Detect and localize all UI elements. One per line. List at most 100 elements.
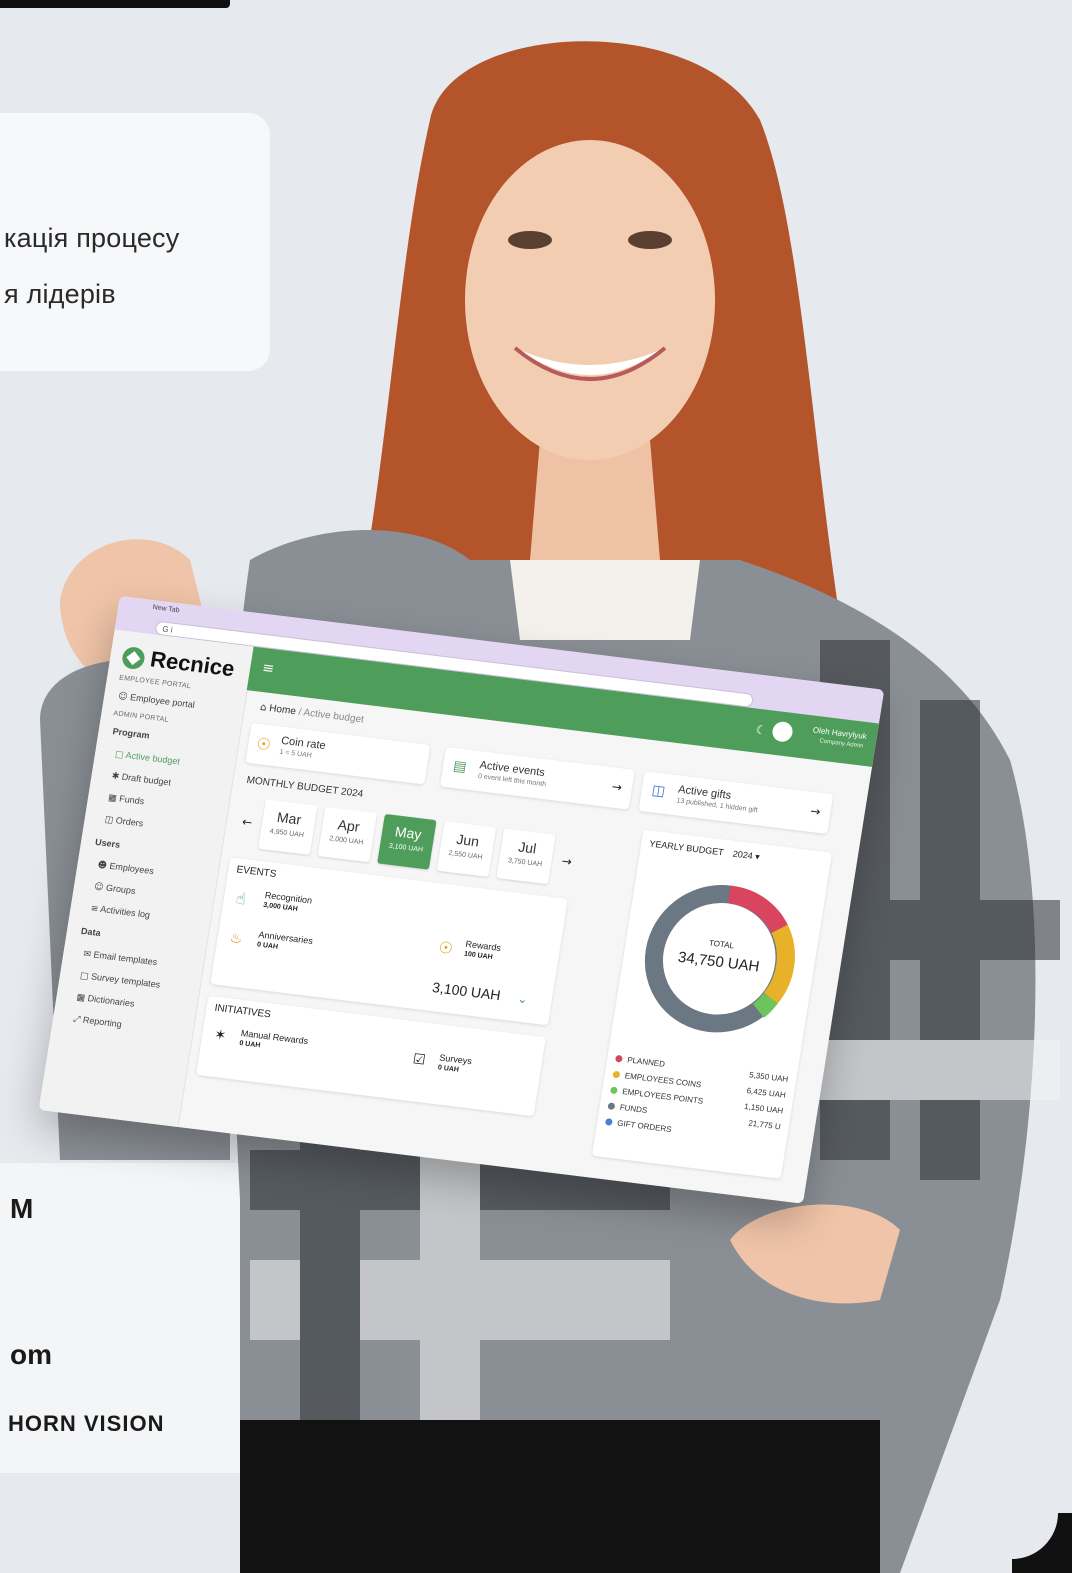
sidebar-item-label: Employees: [108, 860, 155, 877]
sidebar-item-label: Groups: [105, 882, 137, 897]
legend-value-funds: 21,775 U: [747, 1118, 782, 1132]
top-frame-edge: [0, 0, 230, 8]
sidebar-item-orders[interactable]: ◫ Orders: [104, 814, 144, 830]
prev-month-icon[interactable]: ←: [241, 815, 253, 830]
table-icon: ▦: [75, 992, 86, 1004]
legend-label: FUNDS: [619, 1102, 648, 1116]
sidebar-item-label: Draft budget: [121, 771, 172, 788]
month-card-mar[interactable]: Mar 4,950 UAH: [258, 799, 318, 856]
initiatives-title: INITIATIVES: [213, 1002, 272, 1021]
menu-icon[interactable]: ≡: [261, 660, 275, 677]
sidebar-item-label: Orders: [115, 815, 144, 829]
legend-value-planned: 5,350 UAH: [748, 1070, 789, 1084]
contact-line-3: HORN VISION: [8, 1411, 165, 1436]
events-title: EVENTS: [235, 864, 278, 881]
logo-text: Recnice: [148, 646, 237, 682]
active-events-card[interactable]: ▤ Active events 0 event left this month …: [439, 746, 635, 810]
legend-label: EMPLOYEES COINS: [624, 1071, 702, 1090]
month-name: Apr: [336, 816, 361, 835]
sidebar-item-active-budget[interactable]: □ Active budget: [114, 749, 180, 768]
sidebar-group-program[interactable]: Program: [112, 726, 150, 740]
month-card-apr[interactable]: Apr 2,000 UAH: [317, 806, 378, 863]
sidebar-item-email-templates[interactable]: ✉ Email templates: [83, 948, 158, 968]
legend-dot-icon: [604, 1118, 613, 1127]
month-name: Mar: [275, 808, 303, 828]
bank-icon: ▦: [107, 793, 118, 805]
month-value: 2,550 UAH: [447, 849, 483, 862]
main-content: ⌂ Home / Active budget ☉ Coin rate 1 = 5…: [187, 691, 862, 1202]
draft-icon: ✱: [110, 771, 120, 783]
sidebar-item-label: Activities log: [99, 903, 151, 920]
sidebar-item-label: Active budget: [124, 749, 181, 767]
chart-icon: ⤢: [72, 1014, 82, 1026]
chevron-down-icon: ▾: [754, 852, 761, 863]
sidebar-item-survey-templates[interactable]: □ Survey templates: [79, 970, 161, 991]
contact-line-1: M: [10, 1193, 34, 1224]
monthly-budget-title: MONTHLY BUDGET 2024: [245, 774, 364, 801]
legend-label: PLANNED: [626, 1055, 666, 1069]
events-total: 3,100 UAH: [431, 979, 502, 1004]
sidebar-item-groups[interactable]: ☺ Groups: [93, 881, 136, 897]
surveys-value: 0 UAH: [437, 1064, 460, 1074]
sidebar-item-label: Survey templates: [90, 971, 161, 990]
month-card-jun[interactable]: Jun 2,550 UAH: [436, 821, 497, 877]
sidebar-group-users[interactable]: Users: [94, 837, 120, 850]
avatar[interactable]: [771, 720, 794, 743]
month-name: Jul: [517, 838, 538, 857]
next-month-icon[interactable]: →: [561, 854, 573, 869]
active-gifts-card[interactable]: ◫ Active gifts 13 published, 1 hidden gi…: [638, 771, 834, 834]
cart-icon: ◫: [104, 814, 115, 826]
arrow-right-icon[interactable]: →: [611, 779, 623, 794]
month-card-may[interactable]: May 3,100 UAH: [377, 813, 437, 870]
breadcrumb-separator: /: [297, 706, 303, 718]
sidebar-item-dictionaries[interactable]: ▦ Dictionaries: [76, 992, 135, 1010]
survey-icon: □: [79, 971, 90, 982]
address-bar-text: G i: [161, 624, 174, 635]
month-value: 3,100 UAH: [388, 842, 424, 854]
theme-toggle-icon[interactable]: ☾: [755, 723, 768, 738]
breadcrumb: ⌂ Home / Active budget: [259, 702, 364, 726]
logo-mark-icon: [120, 646, 147, 671]
coin-rate-card[interactable]: ☉ Coin rate 1 = 5 UAH: [245, 722, 431, 785]
sidebar-group-data[interactable]: Data: [80, 926, 101, 938]
thumbs-up-icon: ☝: [234, 888, 248, 909]
clipboard-icon: ▤: [452, 757, 468, 776]
cart-icon: ◫: [650, 782, 667, 800]
sidebar-item-draft-budget[interactable]: ✱ Draft budget: [111, 770, 172, 788]
breadcrumb-current: Active budget: [302, 707, 365, 726]
breadcrumb-home[interactable]: Home: [268, 703, 296, 717]
legend-dot-icon: [609, 1086, 618, 1095]
survey-icon: ☑: [411, 1051, 427, 1069]
legend-value-employees-coins: 6,425 UAH: [746, 1086, 787, 1100]
chevron-down-icon[interactable]: ⌄: [517, 992, 529, 1007]
sidebar-header-employee-portal: EMPLOYEE PORTAL: [118, 674, 192, 691]
coin-rate-sub: 1 = 5 UAH: [278, 748, 313, 760]
sidebar-item-label: Funds: [118, 793, 145, 807]
sidebar-item-employees[interactable]: ☻ Employees: [97, 859, 155, 877]
legend-dot-icon: [612, 1071, 621, 1079]
year-select[interactable]: 2024 ▾: [732, 849, 761, 863]
contact-line-2: om: [10, 1339, 52, 1370]
manual-rewards-value: 0 UAH: [238, 1039, 261, 1050]
yearly-budget-card: YEARLY BUDGET 2024 ▾ TOTAL 34,750 UAH PL…: [591, 829, 833, 1179]
list-icon: ≡: [89, 903, 99, 915]
info-line-2: я лідерів: [4, 279, 116, 309]
coin-icon: ☉: [255, 733, 273, 755]
legend-label: EMPLOYEES POINTS: [621, 1086, 704, 1106]
events-card: EVENTS ☝ Recognition 3,000 UAH ♨ Anniver…: [210, 857, 568, 1026]
sidebar-header-admin-portal: ADMIN PORTAL: [112, 710, 170, 724]
sidebar-item-employee-portal[interactable]: ☺ Employee portal: [117, 691, 195, 711]
tablet-screenshot: New Tab G i Recnice EMPLOYEE PORTAL ☺ Em…: [38, 596, 885, 1204]
home-icon[interactable]: ⌂: [259, 702, 267, 714]
legend-dot-icon: [614, 1055, 623, 1064]
sidebar-item-activities-log[interactable]: ≡ Activities log: [90, 903, 151, 921]
month-card-jul[interactable]: Jul 3,750 UAH: [496, 828, 556, 885]
month-value: 2,000 UAH: [328, 835, 364, 847]
sidebar-item-funds[interactable]: ▦ Funds: [107, 792, 145, 807]
info-card: кація процесу я лідерів: [0, 113, 270, 371]
sidebar-item-reporting[interactable]: ⤢ Reporting: [72, 1014, 122, 1031]
legend-planned: PLANNED: [614, 1054, 666, 1069]
legend-gift-orders: GIFT ORDERS: [604, 1117, 672, 1134]
rewards-value: 100 UAH: [463, 950, 494, 962]
arrow-right-icon[interactable]: →: [809, 804, 821, 819]
